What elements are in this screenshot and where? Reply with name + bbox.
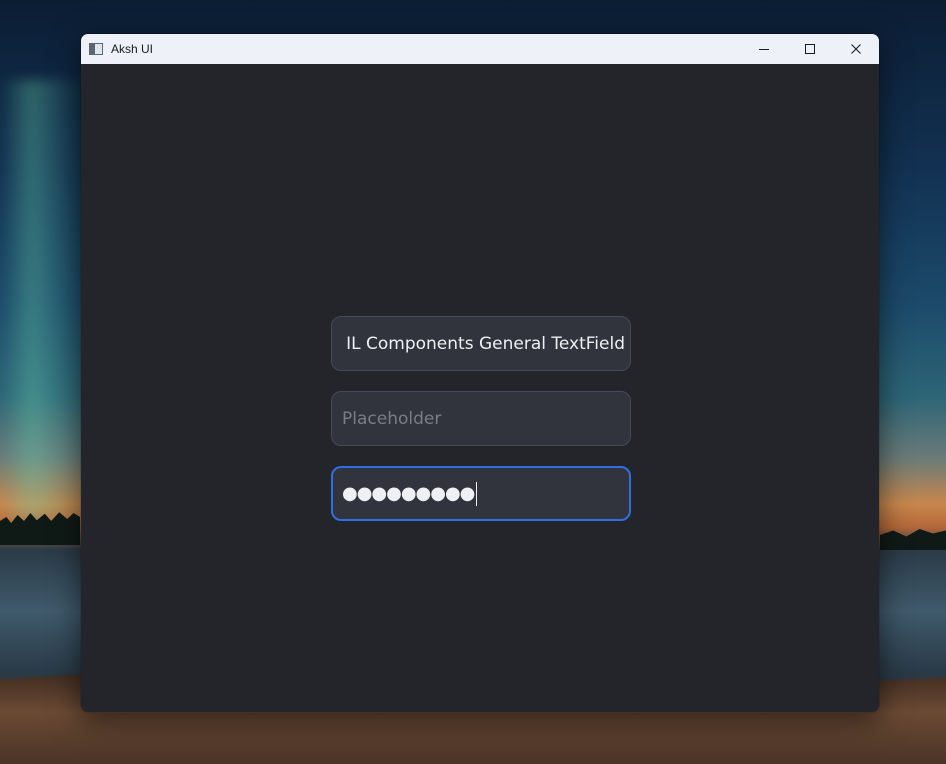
password-field-value: ●●●●●●●●● [342,483,475,504]
caption-buttons [741,34,879,64]
text-caret [476,481,478,506]
window-title: Aksh UI [111,42,154,56]
wallpaper-treeline-right [880,529,946,550]
wallpaper-aurora [0,80,90,520]
close-button[interactable] [833,34,879,64]
maximize-button[interactable] [787,34,833,64]
desktop: Aksh UI IL Components General TextField … [0,0,946,764]
app-window-icon [89,43,103,55]
maximize-icon [805,44,815,54]
minimize-button[interactable] [741,34,787,64]
placeholder-text-field-placeholder: Placeholder [342,408,442,429]
title-bar[interactable]: Aksh UI [81,34,879,64]
minimize-icon [759,49,769,50]
general-text-field-value: IL Components General TextField [346,333,625,354]
general-text-field[interactable]: IL Components General TextField [331,316,631,371]
close-icon [851,44,861,54]
window-content: IL Components General TextField Placehol… [81,64,879,712]
placeholder-text-field[interactable]: Placeholder [331,391,631,446]
password-field[interactable]: ●●●●●●●●● [331,466,631,521]
app-window: Aksh UI IL Components General TextField … [80,33,880,713]
